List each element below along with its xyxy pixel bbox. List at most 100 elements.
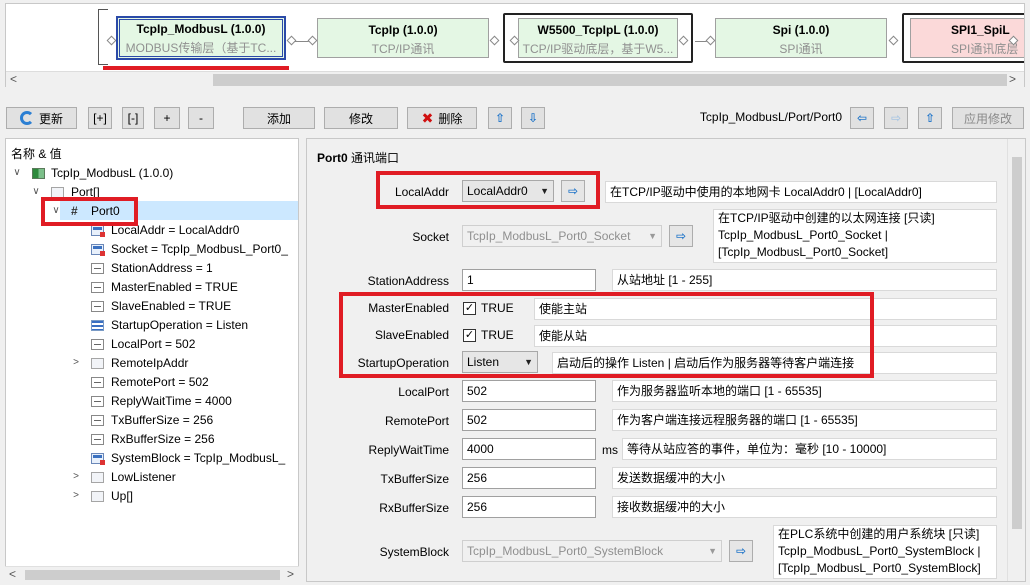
property-icon <box>91 301 104 312</box>
rxbuffersize-label: RxBufferSize <box>379 501 449 515</box>
refresh-icon <box>19 111 34 125</box>
chain-node-spi1-spil[interactable]: SPI1_SpiL SPI通讯底层 <box>910 18 1024 58</box>
move-down-button[interactable]: ⇩ <box>521 107 545 129</box>
remoteport-input[interactable]: 502 <box>462 409 596 431</box>
refresh-button[interactable]: 更新 <box>6 107 77 129</box>
scrollbar-thumb[interactable] <box>213 74 1007 86</box>
tree-item-replywaittime[interactable]: ReplyWaitTime = 4000 <box>6 392 296 410</box>
network-property-icon <box>91 453 105 465</box>
tree-item-label: Socket = TcpIp_ModbusL_Port0_ <box>111 242 288 256</box>
tree-item-label: LowListener <box>111 470 176 484</box>
chain-node-title: Spi (1.0.0) <box>772 23 830 37</box>
property-icon <box>91 282 104 293</box>
chain-node-spi[interactable]: Spi (1.0.0) SPI通讯 <box>715 18 887 58</box>
localport-input[interactable]: 502 <box>462 380 596 402</box>
apply-changes-button[interactable]: 应用修改 <box>952 107 1024 129</box>
replywaittime-description: 等待从站应答的事件，单位为：毫秒 [10 - 10000] <box>622 438 997 460</box>
expand-chevron-icon[interactable]: > <box>70 468 82 486</box>
network-property-icon <box>91 225 105 237</box>
tree-item-remoteport[interactable]: RemotePort = 502 <box>6 373 296 391</box>
scroll-right-arrow-icon[interactable]: > <box>1009 72 1016 86</box>
tree-item-rxbuffersize[interactable]: RxBufferSize = 256 <box>6 430 296 448</box>
stationaddress-input[interactable]: 1 <box>462 269 596 291</box>
txbuffersize-input[interactable]: 256 <box>462 467 596 489</box>
panel-title-name: Port0 <box>317 151 348 165</box>
delete-label: 删除 <box>438 111 463 126</box>
expand-chevron-icon[interactable]: > <box>70 354 82 372</box>
chain-node-title: TcpIp (1.0.0) <box>368 23 438 37</box>
rxbuffersize-input[interactable]: 256 <box>462 496 596 518</box>
goto-systemblock-button[interactable]: ⇨ <box>729 540 753 562</box>
arrow-up-icon: ⇧ <box>924 111 936 125</box>
tree-horizontal-scrollbar[interactable]: < > <box>5 566 299 582</box>
chain-node-tcpip[interactable]: TcpIp (1.0.0) TCP/IP通讯 <box>317 18 489 58</box>
chain-node-w5500-tcpipl[interactable]: W5500_TcpIpL (1.0.0) TCP/IP驱动底层，基于W5... <box>518 18 678 58</box>
tree-item-label: SystemBlock = TcpIp_ModbusL_ <box>111 451 286 465</box>
socket-desc-line: [TcpIp_ModbusL_Port0_Socket] <box>718 245 889 259</box>
remoteport-label: RemotePort <box>384 414 449 428</box>
chain-horizontal-scrollbar[interactable]: < > <box>6 71 1024 87</box>
socket-label: Socket <box>412 230 449 244</box>
tree-item-systemblock[interactable]: SystemBlock = TcpIp_ModbusL_ <box>6 449 296 467</box>
expand-button[interactable]: + <box>154 107 180 129</box>
collapse-button[interactable]: - <box>188 107 214 129</box>
back-button[interactable]: ⇦ <box>850 107 874 129</box>
collapse-all-button[interactable]: [-] <box>122 107 144 129</box>
panel-title-desc: 通讯端口 <box>347 151 400 165</box>
scrollbar-thumb[interactable] <box>1012 157 1022 529</box>
tree-item-label: Up[] <box>111 489 134 503</box>
scroll-left-arrow-icon[interactable]: < <box>10 72 17 86</box>
socket-desc-line: 在TCP/IP驱动中创建的以太网连接 [只读] <box>718 211 935 225</box>
tree-item-txbuffersize[interactable]: TxBufferSize = 256 <box>6 411 296 429</box>
goto-socket-button[interactable]: ⇨ <box>669 225 693 247</box>
expand-all-button[interactable]: [+] <box>88 107 112 129</box>
replywaittime-label: ReplyWaitTime <box>368 443 449 457</box>
enum-property-icon <box>91 320 104 331</box>
scroll-left-arrow-icon[interactable]: < <box>9 567 16 581</box>
tree-item-remoteipaddr[interactable]: > RemoteIpAddr <box>6 354 296 372</box>
tree-item-localport[interactable]: LocalPort = 502 <box>6 335 296 353</box>
socket-select[interactable]: TcpIp_ModbusL_Port0_Socket ▼ <box>462 225 662 247</box>
expand-chevron-icon[interactable]: ∨ <box>11 164 23 182</box>
tree-item-startupoperation[interactable]: StartupOperation = Listen <box>6 316 296 334</box>
panel-title: Port0 通讯端口 <box>317 149 399 166</box>
move-up-button[interactable]: ⇧ <box>488 107 512 129</box>
property-icon <box>91 434 104 445</box>
property-icon <box>91 339 104 350</box>
tree-item-stationaddress[interactable]: StationAddress = 1 <box>6 259 296 277</box>
socket-value: TcpIp_ModbusL_Port0_Socket <box>467 229 631 243</box>
forward-button[interactable]: ⇨ <box>884 107 908 129</box>
tree-item-label: MasterEnabled = TRUE <box>111 280 238 294</box>
chain-node-title: W5500_TcpIpL (1.0.0) <box>537 23 659 37</box>
parent-button[interactable]: ⇧ <box>918 107 942 129</box>
modify-button[interactable]: 修改 <box>324 107 398 129</box>
systemblock-select[interactable]: TcpIp_ModbusL_Port0_SystemBlock ▼ <box>462 540 722 562</box>
expand-chevron-icon[interactable]: > <box>70 487 82 505</box>
property-vertical-scrollbar[interactable] <box>1007 139 1025 581</box>
tree-item-up-array[interactable]: > Up[] <box>6 487 296 505</box>
tree-item-socket[interactable]: Socket = TcpIp_ModbusL_Port0_ <box>6 240 296 258</box>
systemblock-desc-line: TcpIp_ModbusL_Port0_SystemBlock | <box>778 544 981 558</box>
tree-header: 名称 & 值 <box>11 147 62 161</box>
connector-diamond <box>106 35 117 46</box>
delete-button[interactable]: ✖ 删除 <box>407 107 477 129</box>
property-icon <box>91 263 104 274</box>
add-button[interactable]: 添加 <box>243 107 315 129</box>
tree-item-label: ReplyWaitTime = 4000 <box>111 394 232 408</box>
tree-item-slaveenabled[interactable]: SlaveEnabled = TRUE <box>6 297 296 315</box>
structure-icon <box>91 472 104 483</box>
connector-diamond <box>888 35 899 46</box>
connector-diamond <box>705 35 716 46</box>
module-icon <box>32 168 45 179</box>
replywaittime-input[interactable]: 4000 <box>462 438 596 460</box>
tree-item-masterenabled[interactable]: MasterEnabled = TRUE <box>6 278 296 296</box>
chain-node-subtitle: MODBUS传输层（基于TC... <box>125 41 277 55</box>
localaddr-description: 在TCP/IP驱动中使用的本地网卡 LocalAddr0 | [LocalAdd… <box>605 181 997 203</box>
chain-node-tcpip-modbusl[interactable]: TcpIp_ModbusL (1.0.0) MODBUS传输层（基于TC... <box>116 16 286 60</box>
chain-node-title: SPI1_SpiL <box>951 23 1010 37</box>
replywaittime-unit: ms <box>602 443 618 457</box>
scroll-right-arrow-icon[interactable]: > <box>287 567 294 581</box>
tree-item-lowlistener[interactable]: > LowListener <box>6 468 296 486</box>
tree-item-tcpip-modbusl[interactable]: ∨ TcpIp_ModbusL (1.0.0) <box>6 164 296 182</box>
scrollbar-thumb[interactable] <box>25 570 280 580</box>
